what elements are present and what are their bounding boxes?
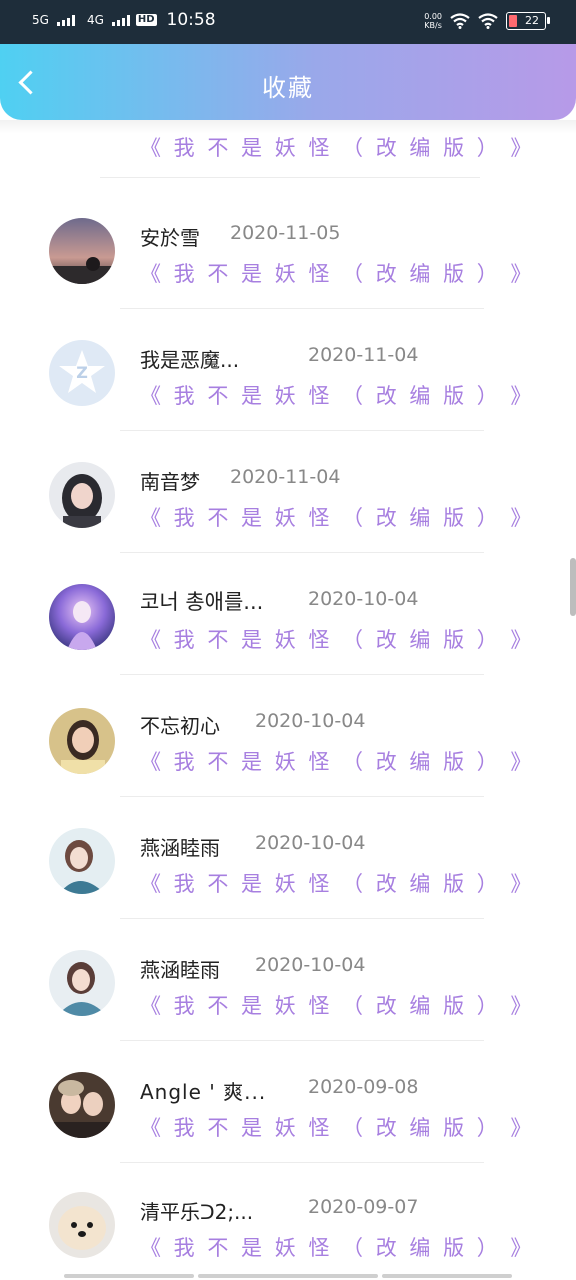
favorite-date: 2020-10-04 [255,710,366,732]
favorite-date: 2020-09-07 [308,1196,419,1218]
hd-badge: HD [135,14,157,26]
list-item[interactable]: Angle ' 爽... 2020-09-08 《 我 不 是 妖 怪 （ 改 … [0,1064,576,1186]
favorite-title[interactable]: 《 我 不 是 妖 怪 （ 改 编 版 ） 》 [140,624,534,654]
favorite-title[interactable]: 《 我 不 是 妖 怪 （ 改 编 版 ） 》 [140,132,534,162]
page-title: 收藏 [262,74,314,102]
username: 不忘初心 [140,714,220,738]
list-item[interactable]: 清平乐ᑐ2;... 2020-09-07 《 我 不 是 妖 怪 （ 改 编 版… [0,1186,576,1280]
divider [100,177,480,178]
favorite-date: 2020-11-04 [230,466,341,488]
page-header: 收藏 [0,44,576,120]
favorite-title[interactable]: 《 我 不 是 妖 怪 （ 改 编 版 ） 》 [140,1112,534,1142]
wifi-icon-2 [478,13,498,29]
scrollbar-thumb[interactable] [570,558,576,616]
favorite-date: 2020-11-05 [230,222,341,244]
list-item[interactable]: 《 我 不 是 妖 怪 （ 改 编 版 ） 》 [0,120,576,178]
avatar [49,950,115,1016]
favorite-date: 2020-09-08 [308,1076,419,1098]
favorite-title[interactable]: 《 我 不 是 妖 怪 （ 改 编 版 ） 》 [140,258,534,288]
wifi-icon [450,13,470,29]
list-item[interactable]: 燕涵睦雨 2020-10-04 《 我 不 是 妖 怪 （ 改 编 版 ） 》 [0,942,576,1064]
list-item[interactable]: 燕涵睦雨 2020-10-04 《 我 不 是 妖 怪 （ 改 编 版 ） 》 [0,820,576,942]
favorite-title[interactable]: 《 我 不 是 妖 怪 （ 改 编 版 ） 》 [140,746,534,776]
avatar [49,828,115,894]
divider [120,1162,484,1163]
signal-icon-2 [111,14,130,26]
battery-icon: 22 [506,12,550,30]
signal-icon [56,14,75,26]
bottom-indicator-2 [198,1274,378,1278]
network-speed: 0.00 KB/s [424,12,442,30]
favorite-date: 2020-11-04 [308,344,419,366]
list-item[interactable]: 南音梦 2020-11-04 《 我 不 是 妖 怪 （ 改 编 版 ） 》 [0,454,576,576]
divider [120,552,484,553]
username: 燕涵睦雨 [140,836,220,860]
username: 燕涵睦雨 [140,958,220,982]
avatar: Z [49,340,115,406]
divider [120,918,484,919]
avatar [49,1192,115,1258]
favorite-date: 2020-10-04 [255,954,366,976]
username: 南音梦 [140,470,200,494]
list-item[interactable]: 不忘初心 2020-10-04 《 我 不 是 妖 怪 （ 改 编 版 ） 》 [0,698,576,820]
divider [120,1040,484,1041]
bottom-indicator-3 [382,1274,512,1278]
favorites-list: 《 我 不 是 妖 怪 （ 改 编 版 ） 》 安於雪 2020-11-05 《… [0,120,576,1280]
favorite-date: 2020-10-04 [255,832,366,854]
username: 安於雪 [140,226,200,250]
network-4g-label: 4G [86,13,104,27]
list-item[interactable]: Z 我是恶魔... 2020-11-04 《 我 不 是 妖 怪 （ 改 编 版… [0,332,576,454]
username: 清平乐ᑐ2;... [140,1200,254,1224]
divider [120,430,484,431]
list-item[interactable]: 코너 총애를... 2020-10-04 《 我 不 是 妖 怪 （ 改 编 版… [0,576,576,698]
favorite-title[interactable]: 《 我 不 是 妖 怪 （ 改 编 版 ） 》 [140,380,534,410]
favorite-date: 2020-10-04 [308,588,419,610]
username: 코너 총애를... [140,590,264,614]
list-item[interactable]: 安於雪 2020-11-05 《 我 不 是 妖 怪 （ 改 编 版 ） 》 [0,210,576,332]
clock: 10:58 [166,10,216,30]
divider [120,796,484,797]
avatar [49,1072,115,1138]
divider [120,308,484,309]
favorite-title[interactable]: 《 我 不 是 妖 怪 （ 改 编 版 ） 》 [140,502,534,532]
avatar [49,218,115,284]
favorite-title[interactable]: 《 我 不 是 妖 怪 （ 改 编 版 ） 》 [140,1232,534,1262]
bottom-indicator [64,1274,194,1278]
divider [120,674,484,675]
svg-text:Z: Z [76,363,88,382]
favorite-title[interactable]: 《 我 不 是 妖 怪 （ 改 编 版 ） 》 [140,990,534,1020]
status-bar: 5G 4G HD 10:58 0.00 KB/s 22 [0,0,576,44]
avatar [49,584,115,650]
username: Angle ' 爽... [140,1080,267,1104]
network-5g-label: 5G [32,13,49,27]
username: 我是恶魔... [140,348,240,372]
avatar [49,708,115,774]
favorite-title[interactable]: 《 我 不 是 妖 怪 （ 改 编 版 ） 》 [140,868,534,898]
avatar [49,462,115,528]
